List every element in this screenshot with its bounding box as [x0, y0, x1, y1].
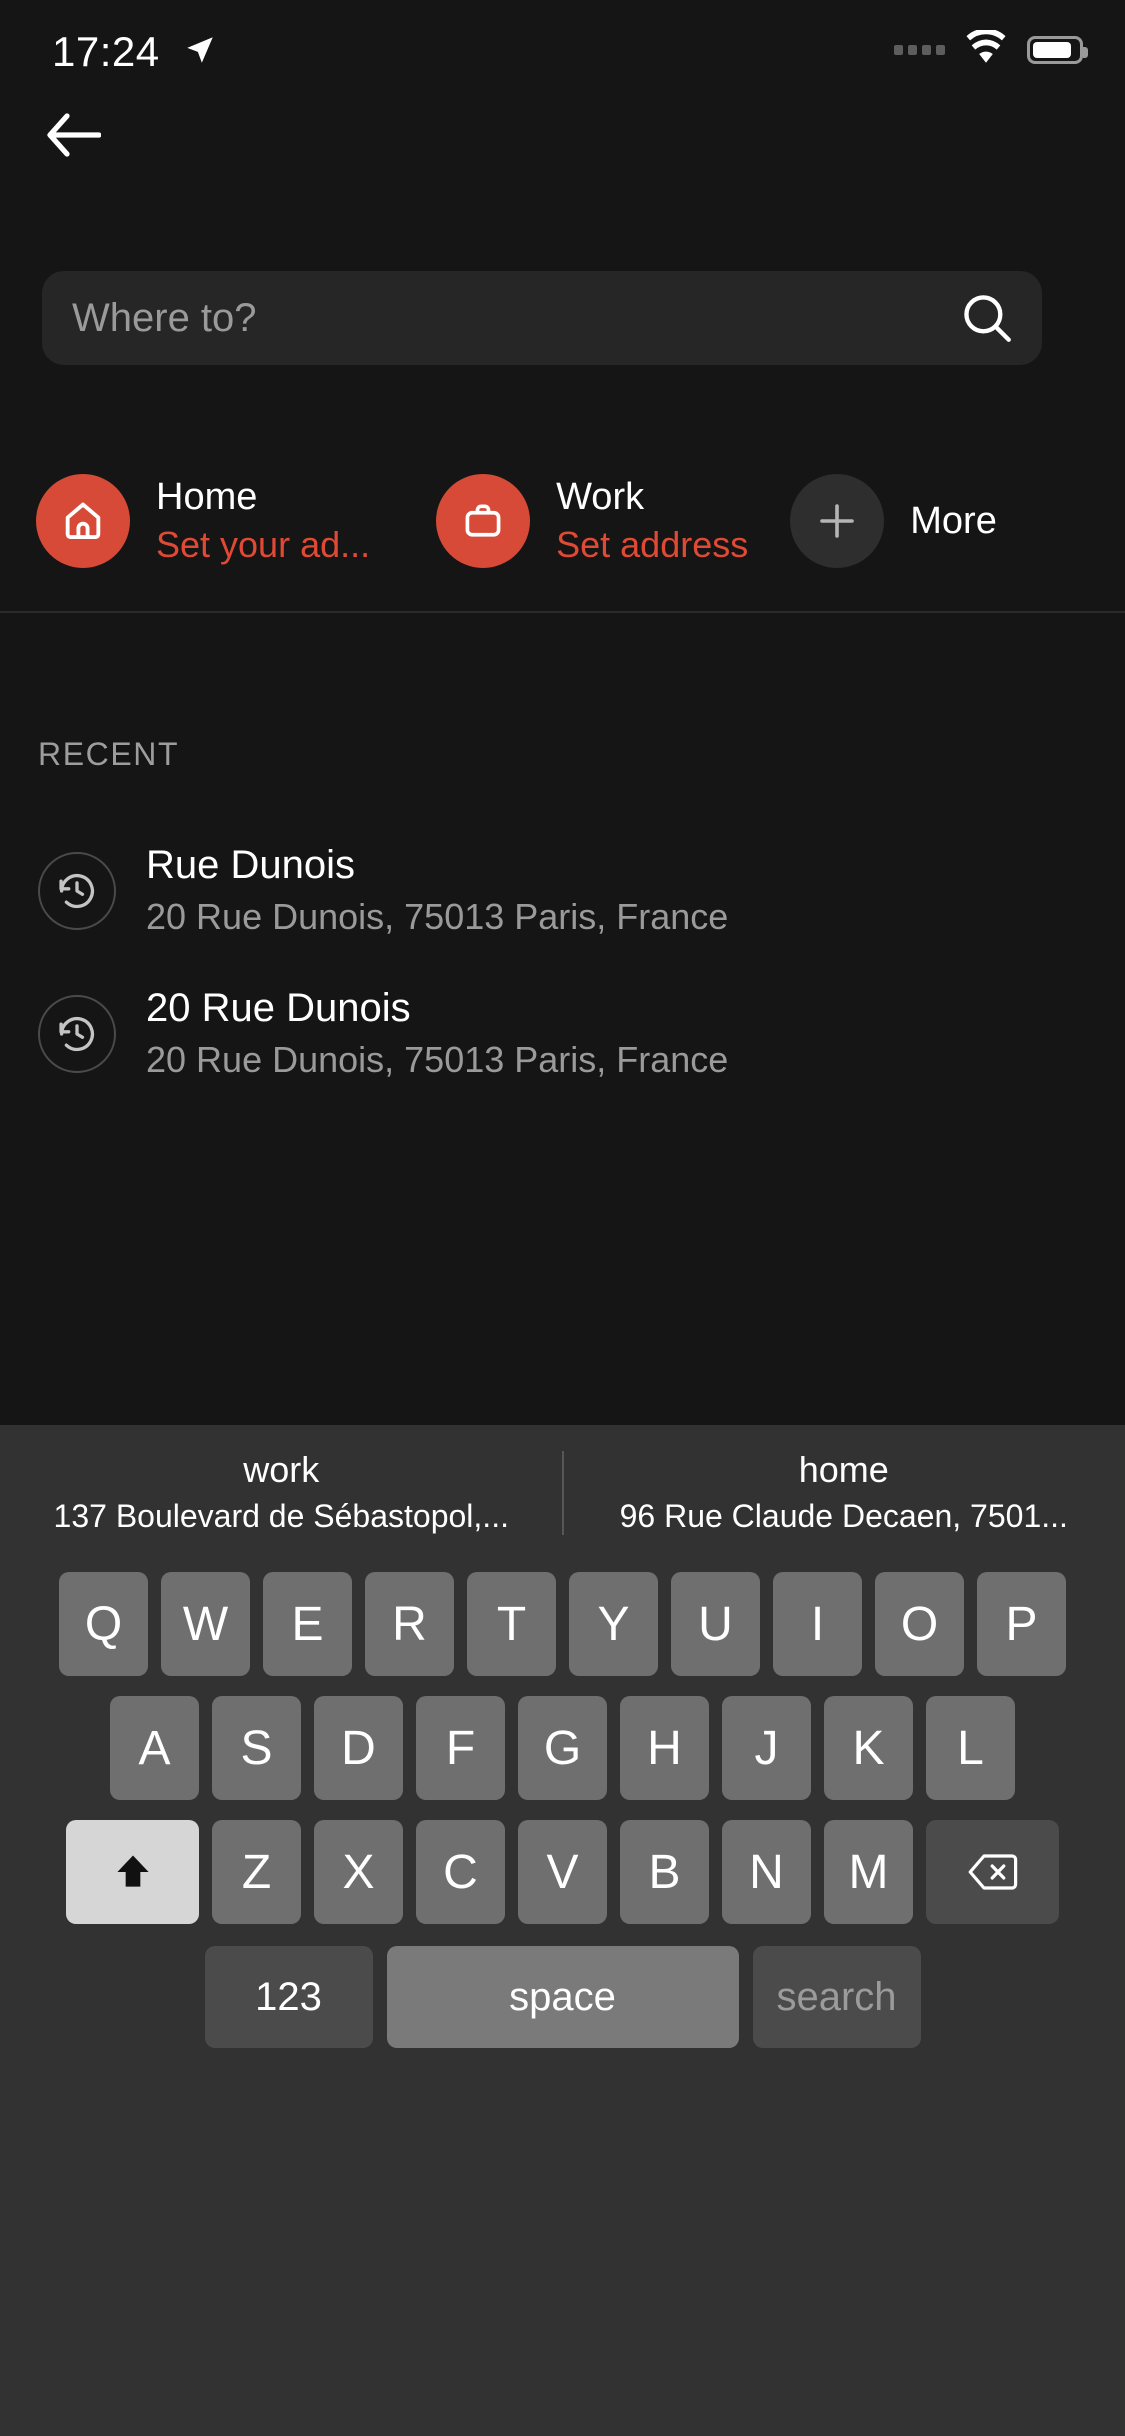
shortcut-subtitle: Set your ad... [156, 524, 371, 565]
key-i[interactable]: I [773, 1572, 862, 1676]
shift-up-arrow-icon [116, 1855, 149, 1887]
key-s[interactable]: S [212, 1696, 301, 1800]
back-button[interactable] [30, 93, 116, 177]
suggestion-address: 96 Rue Claude Decaen, 7501... [619, 1497, 1068, 1534]
list-item[interactable]: Rue Dunois 20 Rue Dunois, 75013 Paris, F… [0, 818, 1125, 964]
app-screen: 17:24 Where to? Home Set your ad... Work… [0, 0, 1125, 2436]
numbers-key[interactable]: 123 [204, 1946, 373, 2048]
key-c[interactable]: C [416, 1820, 505, 1924]
key-f[interactable]: F [416, 1696, 505, 1800]
signal-dots-icon [894, 44, 945, 55]
suggestion-word: work [243, 1448, 320, 1490]
list-item-subtitle: 20 Rue Dunois, 75013 Paris, France [146, 1039, 729, 1080]
search-input[interactable] [42, 295, 932, 341]
list-item-title: Rue Dunois [146, 843, 356, 887]
home-icon [65, 502, 101, 540]
list-item-subtitle: 20 Rue Dunois, 75013 Paris, France [146, 896, 729, 937]
key-m[interactable]: M [824, 1820, 913, 1924]
key-b[interactable]: B [620, 1820, 709, 1924]
search-bar[interactable] [42, 271, 1042, 365]
key-l[interactable]: L [926, 1696, 1015, 1800]
key-y[interactable]: Y [569, 1572, 658, 1676]
keyboard-row-4: 123 space search [0, 1946, 1125, 2048]
history-icon [59, 874, 95, 909]
suggestion-home[interactable]: home 96 Rue Claude Decaen, 7501... [563, 1447, 1125, 1539]
history-icon-circle [38, 852, 116, 930]
virtual-keyboard: work 137 Boulevard de Sébastopol,... hom… [0, 1425, 1125, 2436]
key-j[interactable]: J [722, 1696, 811, 1800]
key-g[interactable]: G [518, 1696, 607, 1800]
location-arrow-icon [183, 33, 217, 72]
key-r[interactable]: R [365, 1572, 454, 1676]
shortcut-work[interactable]: Work Set address [436, 473, 748, 569]
delete-key[interactable] [926, 1820, 1059, 1924]
back-arrow-icon [47, 113, 101, 157]
shortcuts-row: Home Set your ad... Work Set address Mor… [0, 438, 1125, 604]
backspace-icon [968, 1854, 1017, 1890]
search-key[interactable]: search [752, 1946, 921, 2048]
shortcut-title: Work [556, 476, 645, 518]
key-x[interactable]: X [314, 1820, 403, 1924]
suggestion-word: home [798, 1448, 889, 1490]
suggestion-divider [562, 1451, 564, 1535]
key-d[interactable]: D [314, 1696, 403, 1800]
key-q[interactable]: Q [59, 1572, 148, 1676]
status-bar-time: 17:24 [52, 28, 160, 75]
key-v[interactable]: V [518, 1820, 607, 1924]
space-key[interactable]: space [386, 1946, 739, 2048]
suggestion-address: 137 Boulevard de Sébastopol,... [53, 1497, 509, 1534]
search-icon [964, 295, 1011, 342]
home-icon-circle [36, 474, 130, 568]
key-z[interactable]: Z [212, 1820, 301, 1924]
key-t[interactable]: T [467, 1572, 556, 1676]
key-p[interactable]: P [977, 1572, 1066, 1676]
battery-icon [1027, 35, 1088, 64]
key-o[interactable]: O [875, 1572, 964, 1676]
status-bar: 17:24 [0, 0, 1125, 100]
list-item-title: 20 Rue Dunois [146, 986, 411, 1030]
history-icon-circle [38, 995, 116, 1073]
shortcut-more[interactable]: More [790, 474, 997, 568]
shortcut-title: More [910, 499, 997, 542]
recent-section-label: RECENT [38, 736, 180, 772]
shortcut-title: Home [156, 476, 258, 518]
keyboard-row-2: A S D F G H J K L [0, 1696, 1125, 1800]
key-h[interactable]: H [620, 1696, 709, 1800]
list-item[interactable]: 20 Rue Dunois 20 Rue Dunois, 75013 Paris… [0, 961, 1125, 1107]
shortcut-home[interactable]: Home Set your ad... [36, 473, 370, 569]
history-icon [59, 1017, 95, 1052]
key-e[interactable]: E [263, 1572, 352, 1676]
wifi-icon [963, 28, 1009, 69]
shortcut-subtitle: Set address [556, 524, 749, 565]
suggestion-work[interactable]: work 137 Boulevard de Sébastopol,... [0, 1447, 563, 1539]
key-w[interactable]: W [161, 1572, 250, 1676]
plus-icon-circle [790, 474, 885, 568]
key-u[interactable]: U [671, 1572, 760, 1676]
briefcase-icon-circle [436, 474, 531, 568]
suggestion-bar: work 137 Boulevard de Sébastopol,... hom… [0, 1425, 1125, 1560]
search-button[interactable] [932, 271, 1042, 365]
key-a[interactable]: A [110, 1696, 199, 1800]
keyboard-row-1: Q W E R T Y U I O P [0, 1572, 1125, 1676]
key-n[interactable]: N [722, 1820, 811, 1924]
plus-icon [820, 504, 855, 538]
shift-key[interactable] [66, 1820, 199, 1924]
section-divider [0, 611, 1125, 613]
key-k[interactable]: K [824, 1696, 913, 1800]
briefcase-icon [465, 504, 501, 537]
keyboard-row-3: Z X C V B N M [0, 1820, 1125, 1924]
